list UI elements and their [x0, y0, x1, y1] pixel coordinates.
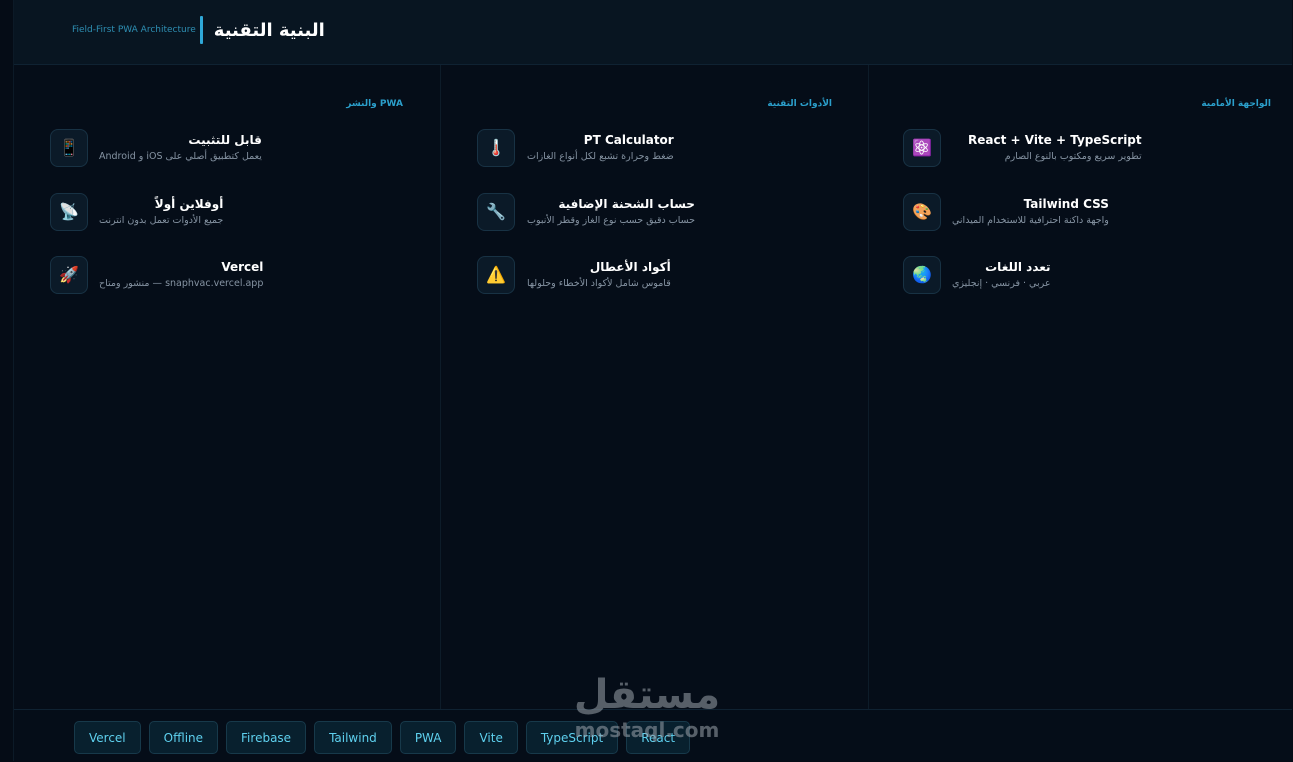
item-description: حساب دقيق حسب نوع الغاز وقطر الأنبوب [527, 215, 695, 226]
title-accent-bar [199, 16, 203, 44]
item-text: قابل للتثبيت يعمل كتطبيق أصلي على iOS و … [99, 132, 262, 164]
item-title: React + Vite + TypeScript [968, 133, 1142, 147]
tech-item-charge: 🔧 حساب الشحنة الإضافية حساب دقيق حسب نوع… [477, 193, 837, 233]
page-subtitle: Field-First PWA Architecture [72, 25, 196, 35]
title-block: Field-First PWA Architecture البنية التق… [72, 15, 325, 45]
item-description: تطوير سريع ومكتوب بالنوع الصارم [1004, 151, 1142, 162]
item-title: حساب الشحنة الإضافية [558, 197, 695, 211]
warning-icon: ⚠️ [477, 256, 515, 294]
phone-icon: 📱 [50, 129, 88, 167]
item-title: قابل للتثبيت [188, 133, 262, 147]
tag-vercel: Vercel [74, 721, 141, 754]
item-title: تعدد اللغات [985, 260, 1051, 274]
tech-item-offline: 📡 أوفلاين أولاً جميع الأدوات تعمل بدون ا… [50, 193, 410, 233]
item-description: snaphvac.vercel.app — منشور ومتاح [99, 278, 264, 289]
item-text: React + Vite + TypeScript تطوير سريع ومك… [968, 132, 1142, 164]
column-title: PWA والنشر [346, 99, 403, 109]
globe-icon: 🌏 [903, 256, 941, 294]
item-title: PT Calculator [583, 133, 674, 147]
tech-item-languages: 🌏 تعدد اللغات عربي · فرنسي · إنجليزي [903, 256, 1263, 296]
tech-item-react: ⚛️ React + Vite + TypeScript تطوير سريع … [903, 129, 1263, 169]
thermometer-icon: 🌡️ [477, 129, 515, 167]
column-title: الأدوات التقنية [767, 99, 832, 109]
item-description: عربي · فرنسي · إنجليزي [952, 278, 1051, 289]
tech-item-tailwind: 🎨 Tailwind CSS واجهة داكنة احترافية للاس… [903, 193, 1263, 233]
tech-columns: الواجهة الأمامية ⚛️ React + Vite + TypeS… [14, 65, 1292, 709]
tag-vite: Vite [464, 721, 518, 754]
item-description: جميع الأدوات تعمل بدون انترنت [99, 215, 224, 226]
tag-react: React [626, 721, 691, 754]
item-description: قاموس شامل لأكواد الأخطاء وحلولها [527, 278, 671, 289]
tag-footer: Vercel Offline Firebase Tailwind PWA Vit… [14, 709, 1292, 762]
item-description: يعمل كتطبيق أصلي على iOS و Android [99, 151, 262, 162]
item-title: Tailwind CSS [1023, 197, 1109, 211]
tech-item-installable: 📱 قابل للتثبيت يعمل كتطبيق أصلي على iOS … [50, 129, 410, 169]
page-title: البنية التقنية [213, 19, 325, 41]
item-text: Tailwind CSS واجهة داكنة احترافية للاستخ… [952, 196, 1109, 228]
wrench-icon: 🔧 [477, 193, 515, 231]
item-title: أوفلاين أولاً [154, 197, 224, 211]
tag-tailwind: Tailwind [314, 721, 392, 754]
atom-icon: ⚛️ [903, 129, 941, 167]
column-pwa: PWA والنشر 📱 قابل للتثبيت يعمل كتطبيق أص… [14, 65, 441, 709]
item-description: ضغط وحرارة تشبع لكل أنواع الغازات [527, 151, 674, 162]
tag-firebase: Firebase [226, 721, 307, 754]
satellite-icon: 📡 [50, 193, 88, 231]
column-tools: الأدوات التقنية 🌡️ PT Calculator ضغط وحر… [440, 65, 869, 709]
page-header: Field-First PWA Architecture البنية التق… [14, 0, 1292, 65]
tag-pwa: PWA [399, 721, 457, 754]
item-text: أوفلاين أولاً جميع الأدوات تعمل بدون انت… [99, 196, 223, 228]
item-text: PT Calculator ضغط وحرارة تشبع لكل أنواع … [527, 132, 674, 164]
column-frontend: الواجهة الأمامية ⚛️ React + Vite + TypeS… [867, 65, 1293, 709]
tech-item-vercel: 🚀 Vercel snaphvac.vercel.app — منشور ومت… [50, 256, 410, 296]
item-text: Vercel snaphvac.vercel.app — منشور ومتاح [99, 259, 263, 291]
palette-icon: 🎨 [903, 193, 941, 231]
item-title: Vercel [221, 260, 264, 274]
item-text: حساب الشحنة الإضافية حساب دقيق حسب نوع ا… [527, 196, 695, 228]
tag-typescript: TypeScript [525, 721, 619, 754]
item-title: أكواد الأعطال [589, 260, 671, 274]
item-description: واجهة داكنة احترافية للاستخدام الميداني [952, 215, 1109, 226]
tech-tags: Vercel Offline Firebase Tailwind PWA Vit… [74, 721, 691, 754]
column-title: الواجهة الأمامية [1201, 99, 1271, 109]
tech-item-fault-codes: ⚠️ أكواد الأعطال قاموس شامل لأكواد الأخط… [477, 256, 837, 296]
item-text: تعدد اللغات عربي · فرنسي · إنجليزي [952, 259, 1051, 291]
rocket-icon: 🚀 [50, 256, 88, 294]
tech-item-pt-calculator: 🌡️ PT Calculator ضغط وحرارة تشبع لكل أنو… [477, 129, 837, 169]
app-frame: Field-First PWA Architecture البنية التق… [13, 0, 1292, 761]
item-text: أكواد الأعطال قاموس شامل لأكواد الأخطاء … [527, 259, 671, 291]
tag-offline: Offline [148, 721, 219, 754]
